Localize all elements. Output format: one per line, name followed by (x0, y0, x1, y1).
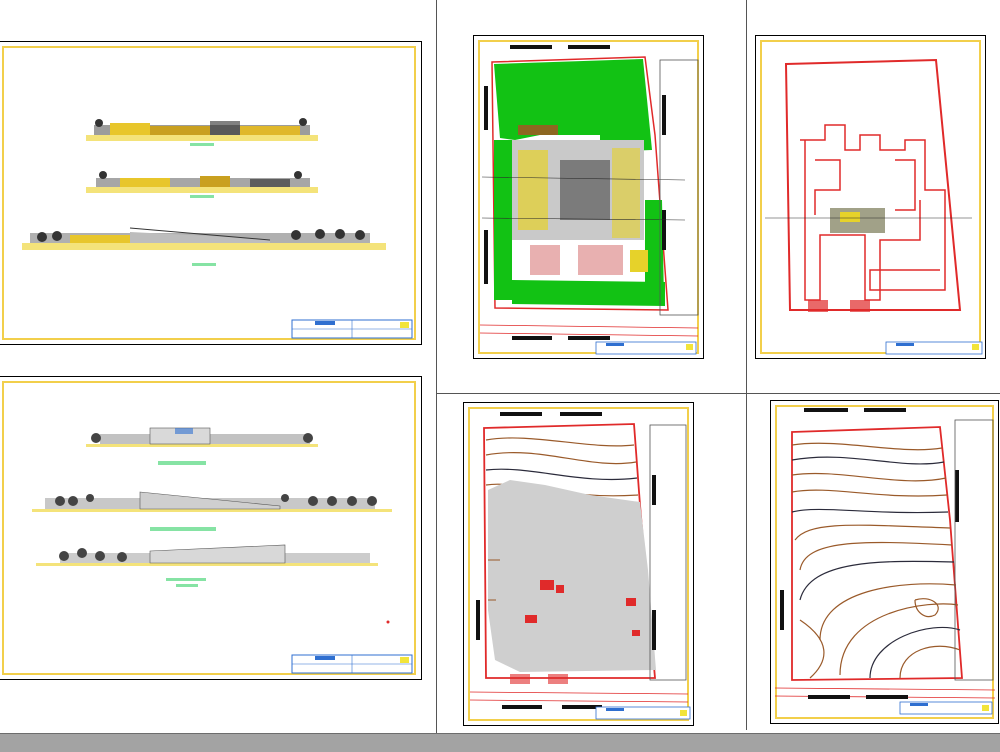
topography-drawing (774, 408, 996, 715)
